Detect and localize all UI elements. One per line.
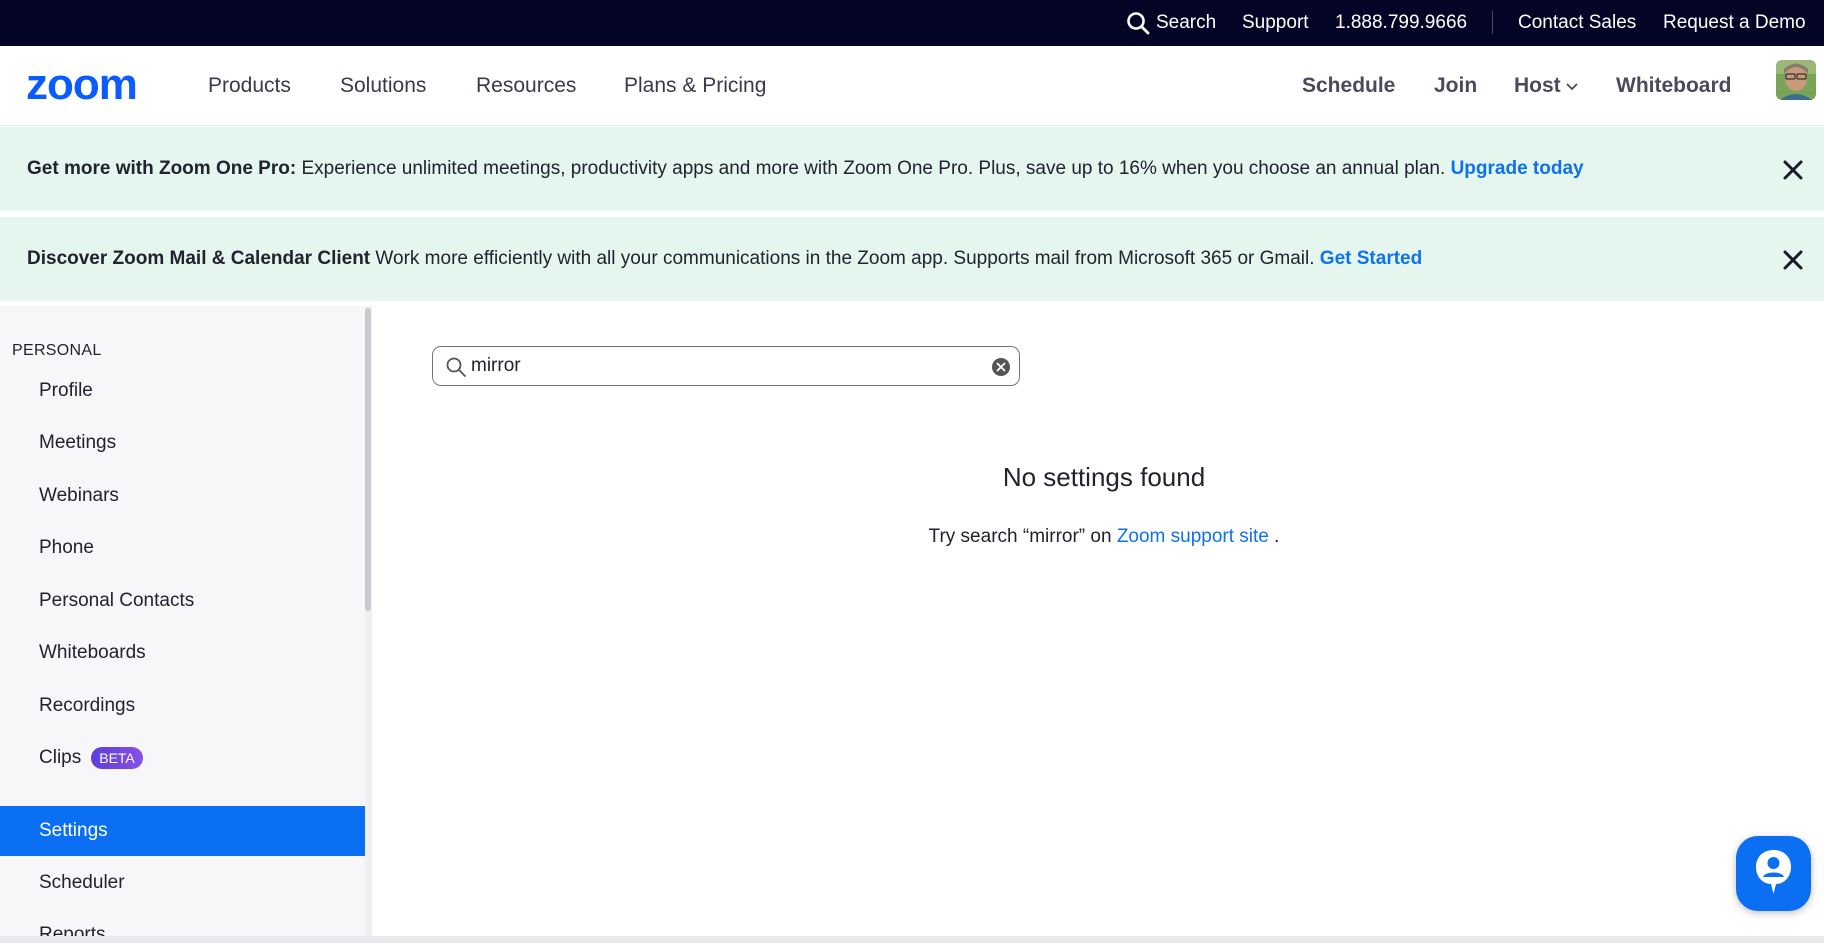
sidebar-item-personal-contacts[interactable]: Personal Contacts — [0, 576, 365, 626]
search-icon — [1127, 12, 1150, 35]
sidebar-item-scheduler[interactable]: Scheduler — [0, 858, 365, 908]
sidebar-item-clips[interactable]: Clips BETA — [0, 733, 365, 783]
top-search-link[interactable]: Search — [1126, 0, 1216, 46]
settings-sidebar: PERSONAL Profile Meetings Webinars Phone… — [0, 306, 372, 936]
sidebar-item-settings[interactable]: Settings — [0, 806, 365, 856]
top-divider — [1492, 11, 1493, 34]
sidebar-item-whiteboards[interactable]: Whiteboards — [0, 628, 365, 678]
no-results-title: No settings found — [1002, 462, 1206, 492]
settings-search-input[interactable] — [471, 353, 971, 379]
mail-calendar-banner: Discover Zoom Mail & Calendar Client Wor… — [0, 217, 1824, 301]
no-results-hint: Try search “mirror” on Zoom support site… — [0, 526, 1824, 548]
upgrade-today-link[interactable]: Upgrade today — [1451, 158, 1584, 180]
nav-host[interactable]: Host — [1514, 46, 1579, 126]
avatar-photo — [1776, 60, 1816, 100]
top-utility-bar: Search Support 1.888.799.9666 Contact Sa… — [0, 0, 1824, 46]
close-icon[interactable] — [1780, 247, 1806, 273]
nav-schedule[interactable]: Schedule — [1302, 46, 1395, 126]
svg-text:zoom: zoom — [26, 66, 137, 106]
nav-resources[interactable]: Resources — [476, 46, 576, 126]
sidebar-item-clips-label: Clips — [39, 747, 82, 768]
top-request-demo-link[interactable]: Request a Demo — [1663, 0, 1806, 46]
top-search-label: Search — [1156, 12, 1217, 33]
chatbot-button[interactable] — [1736, 836, 1811, 911]
search-icon — [446, 357, 466, 377]
get-started-link[interactable]: Get Started — [1320, 248, 1422, 270]
chatbot-icon — [1756, 850, 1791, 894]
nav-plans-pricing[interactable]: Plans & Pricing — [624, 46, 766, 126]
no-results-hint-text: Try search “mirror” on — [928, 526, 1117, 547]
zoom-logo[interactable]: zoom — [26, 66, 166, 106]
nav-solutions[interactable]: Solutions — [340, 46, 426, 126]
sidebar-item-recordings[interactable]: Recordings — [0, 681, 365, 731]
nav-join[interactable]: Join — [1434, 46, 1477, 126]
upgrade-banner: Get more with Zoom One Pro: Experience u… — [0, 127, 1824, 211]
top-support-link[interactable]: Support — [1242, 0, 1309, 46]
upgrade-banner-heading: Get more with Zoom One Pro: — [27, 158, 297, 179]
nav-whiteboard[interactable]: Whiteboard — [1616, 46, 1732, 126]
top-phone-link[interactable]: 1.888.799.9666 — [1335, 0, 1467, 46]
main-nav: zoom Products Solutions Resources Plans … — [0, 46, 1824, 126]
mail-banner-heading: Discover Zoom Mail & Calendar Client — [27, 248, 371, 269]
sidebar-item-reports[interactable]: Reports — [0, 910, 365, 936]
nav-products[interactable]: Products — [208, 46, 291, 126]
chevron-down-icon — [1566, 83, 1578, 91]
settings-search-box[interactable] — [432, 346, 1020, 386]
sidebar-section-personal: PERSONAL — [12, 342, 102, 359]
page-bottom-edge — [0, 936, 1824, 943]
mail-banner-text: Work more efficiently with all your comm… — [370, 248, 1320, 269]
user-avatar[interactable] — [1776, 60, 1816, 100]
no-results-hint-suffix: . — [1268, 526, 1280, 547]
close-icon[interactable] — [1780, 157, 1806, 183]
sidebar-item-profile[interactable]: Profile — [0, 366, 365, 416]
zoom-support-site-link[interactable]: Zoom support site — [1117, 526, 1269, 547]
top-contact-sales-link[interactable]: Contact Sales — [1518, 0, 1636, 46]
sidebar-scrollbar-thumb[interactable] — [365, 308, 371, 611]
beta-badge: BETA — [91, 747, 143, 769]
clear-search-icon[interactable] — [991, 357, 1011, 377]
sidebar-item-meetings[interactable]: Meetings — [0, 418, 365, 468]
nav-host-label: Host — [1514, 74, 1561, 97]
upgrade-banner-text: Experience unlimited meetings, productiv… — [296, 158, 1451, 179]
